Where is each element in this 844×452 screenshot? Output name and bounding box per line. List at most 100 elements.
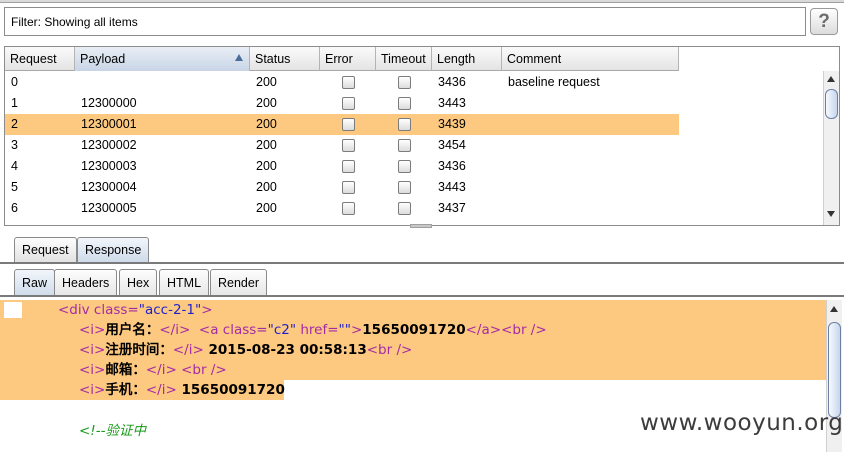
checkbox[interactable] [397, 139, 411, 152]
code-tag: <a [198, 322, 223, 338]
cell-request: 2 [11, 117, 18, 131]
cell-request: 0 [11, 75, 18, 89]
checkbox[interactable] [397, 76, 411, 89]
table-row[interactable]: 5 12300004 200 3443 [5, 177, 679, 198]
cell-length: 3454 [438, 138, 466, 152]
checkbox[interactable] [397, 181, 411, 194]
help-button[interactable]: ? [810, 8, 838, 35]
subtab-hex[interactable]: Hex [119, 269, 158, 296]
column-header-status[interactable]: Status [250, 47, 320, 71]
cell-timeout-checkbox [376, 114, 432, 135]
top-divider [0, 0, 844, 3]
text-caret-gap [4, 302, 22, 318]
cell-timeout-checkbox [376, 135, 432, 156]
code-comment: <!--验证中 [79, 423, 146, 439]
table-row[interactable]: 6 12300005 200 3437 [5, 198, 679, 219]
column-header-timeout[interactable]: Timeout [376, 47, 432, 71]
results-table: Request Payload Status Error Timeout Len… [4, 46, 840, 226]
checkbox[interactable] [397, 97, 411, 110]
code-tag: <br /> [501, 322, 547, 338]
code-tag: </i> [172, 342, 204, 358]
code-string: "c2" [267, 322, 297, 338]
code-text: 注册时间： [105, 342, 173, 358]
cell-length: 3443 [438, 180, 466, 194]
cell-payload: 12300001 [81, 117, 137, 131]
cell-status: 200 [256, 201, 277, 215]
column-header-payload[interactable]: Payload [75, 47, 250, 71]
table-row[interactable]: 3 12300002 200 3454 [5, 135, 679, 156]
scroll-up-arrow-icon[interactable] [827, 76, 835, 82]
split-pane-handle[interactable] [410, 224, 432, 228]
code-text: 用户名： [105, 322, 160, 338]
checkbox[interactable] [341, 139, 355, 152]
code-attr: href= [296, 322, 339, 338]
filter-bar[interactable]: Filter: Showing all items [4, 7, 806, 36]
cell-comment [502, 156, 679, 177]
cell-length: 3437 [438, 201, 466, 215]
code-tag: </a> [465, 322, 502, 338]
column-header-error[interactable]: Error [320, 47, 376, 71]
cell-payload [75, 72, 250, 93]
table-row[interactable]: 4 12300003 200 3436 [5, 156, 679, 177]
cell-timeout-checkbox [376, 156, 432, 177]
watermark: www.wooyun.org [640, 410, 844, 436]
code-tag: </i> [145, 382, 177, 398]
checkbox[interactable] [341, 181, 355, 194]
cell-error-checkbox [320, 177, 376, 198]
column-header-request[interactable]: Request [5, 47, 75, 71]
code-tag: <i> [79, 362, 106, 378]
code-tag: <br /> [366, 342, 413, 358]
subtab-html[interactable]: HTML [159, 269, 210, 296]
cell-status: 200 [256, 117, 277, 131]
scroll-down-arrow-icon[interactable] [827, 211, 835, 217]
cell-error-checkbox [320, 198, 376, 219]
table-row[interactable]: 0 200 3436 baseline request [5, 72, 679, 93]
subtab-render[interactable]: Render [210, 269, 267, 296]
tab-response[interactable]: Response [77, 237, 150, 262]
cell-payload: 12300005 [81, 201, 137, 215]
column-header-length[interactable]: Length [432, 47, 502, 71]
code-line-register-time: <i>注册时间：</i> 2015-08-23 00:58:13<br /> [79, 340, 412, 360]
cell-length: 3443 [438, 96, 466, 110]
sort-ascending-icon [235, 54, 243, 61]
table-row[interactable]: 2 12300001 200 3439 [5, 114, 679, 135]
subtab-raw[interactable]: Raw [14, 269, 56, 296]
column-header-comment[interactable]: Comment [502, 47, 679, 71]
cell-status: 200 [256, 138, 277, 152]
checkbox[interactable] [397, 202, 411, 215]
checkbox[interactable] [397, 160, 411, 173]
checkbox[interactable] [341, 76, 355, 89]
checkbox[interactable] [341, 202, 355, 215]
scroll-up-arrow-icon[interactable] [830, 306, 838, 312]
checkbox[interactable] [341, 118, 355, 131]
table-header-filler [679, 47, 823, 71]
checkbox[interactable] [341, 160, 355, 173]
code-attr: class= [222, 322, 268, 338]
code-tag: <div [58, 302, 94, 318]
code-text: 邮箱： [105, 362, 146, 378]
tab-request[interactable]: Request [14, 237, 77, 262]
table-scrollbar[interactable] [823, 71, 839, 225]
cell-timeout-checkbox [376, 72, 432, 93]
cell-payload: 12300000 [81, 96, 137, 110]
code-text: 15650091720 [176, 382, 285, 398]
code-tag: <i> [79, 322, 106, 338]
cell-status: 200 [256, 159, 277, 173]
code-tag: <br /> [181, 362, 227, 378]
cell-comment [502, 114, 679, 135]
code-text: 2015-08-23 00:58:13 [203, 342, 367, 358]
code-tag: > [350, 322, 363, 338]
cell-status: 200 [256, 75, 277, 89]
checkbox[interactable] [397, 118, 411, 131]
code-tag: </i> [159, 322, 191, 338]
table-scroll-thumb[interactable] [825, 89, 838, 119]
cell-comment: baseline request [508, 75, 600, 89]
code-line-phone: <i>手机：</i> 15650091720 [79, 380, 285, 400]
response-scroll-thumb[interactable] [828, 322, 841, 418]
table-row[interactable]: 1 12300000 200 3443 [5, 93, 679, 114]
code-tag: </i> [145, 362, 177, 378]
cell-error-checkbox [320, 114, 376, 135]
subtab-headers[interactable]: Headers [54, 269, 118, 296]
checkbox[interactable] [341, 97, 355, 110]
code-line-email: <i>邮箱：</i> <br /> [79, 360, 227, 380]
